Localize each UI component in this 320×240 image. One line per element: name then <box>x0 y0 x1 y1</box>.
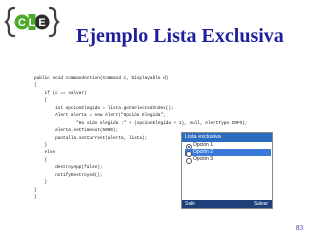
list-option-1[interactable]: Opción 1 <box>185 142 272 150</box>
code-line: "Ha sido elegida :" + (opcionElegida + 1… <box>34 120 248 126</box>
soft-key-bar: Salir Salvar <box>182 200 272 208</box>
save-softkey[interactable]: Salvar <box>254 200 268 208</box>
code-line: if (c == salvar) <box>34 90 87 96</box>
code-line: { <box>34 83 37 89</box>
slide-title: Ejemplo Lista Exclusiva <box>76 25 284 47</box>
logo-letter-c: C <box>18 17 26 29</box>
list-option-label: Opción 3 <box>193 156 214 162</box>
list-option-label: Opción 1 <box>193 142 214 148</box>
list-option-2[interactable]: Opción 2 <box>185 149 271 157</box>
logo-letter-l: L <box>29 17 36 29</box>
radio-unchecked-icon[interactable] <box>186 157 192 164</box>
code-line: Alert alerta = new Alert("Opción Elegida… <box>34 113 166 119</box>
code-line: int opcionElegida = lista.getSelectedInd… <box>34 105 174 111</box>
list-option-3[interactable]: Opción 3 <box>185 156 272 164</box>
page-number: 83 <box>296 224 303 232</box>
exit-softkey[interactable]: Salir <box>185 200 195 208</box>
phone-screen: Lista exclusiva Opción 1 Opción 2 Opción… <box>181 132 273 209</box>
phone-title-bar: Lista exclusiva <box>182 133 272 142</box>
code-line: { <box>34 98 48 104</box>
code-line: public void commandAction(Command c, Dis… <box>34 76 169 81</box>
list-option-label: Opción 2 <box>193 149 214 155</box>
cle-logo: C L E <box>4 6 60 38</box>
logo-letter-e: E <box>38 17 45 29</box>
